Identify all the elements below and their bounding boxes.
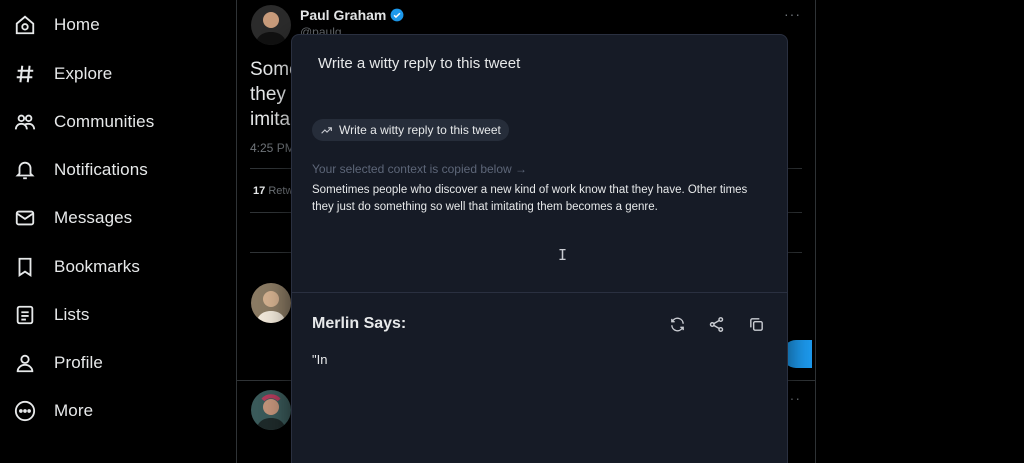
more-circle-icon — [14, 400, 36, 422]
list-icon — [16, 305, 34, 325]
merlin-answer: "In — [312, 352, 328, 367]
nav-label-communities: Communities — [54, 112, 155, 131]
text-cursor-icon: I — [558, 246, 568, 264]
nav-label-lists: Lists — [54, 305, 90, 324]
verified-badge-icon — [390, 8, 404, 22]
tweet-more-button[interactable]: ··· — [784, 6, 801, 22]
suggestion-chip[interactable]: Write a witty reply to this tweet — [312, 119, 509, 141]
chip-label: Write a witty reply to this tweet — [339, 123, 501, 137]
merlin-says-heading: Merlin Says: — [312, 315, 407, 332]
nav-item-bookmarks[interactable]: Bookmarks — [14, 251, 140, 283]
nav-item-more[interactable]: More — [14, 395, 93, 427]
nav-item-lists[interactable]: Lists — [14, 299, 89, 331]
nav-item-notifications[interactable]: Notifications — [14, 154, 148, 186]
nav-label-explore: Explore — [54, 64, 113, 83]
nav-item-home[interactable]: Home — [14, 9, 100, 41]
context-text: Sometimes people who discover a new kind… — [312, 184, 748, 213]
sidebar-nav: Home Explore Communities Notifications M… — [0, 0, 236, 463]
nav-label-messages: Messages — [54, 208, 133, 227]
nav-label-notifications: Notifications — [54, 160, 148, 179]
nav-item-explore[interactable]: Explore — [14, 58, 112, 90]
reply-avatar[interactable] — [251, 283, 291, 323]
retweet-count[interactable]: 17 Retw — [253, 185, 293, 197]
merlin-panel: Write a witty reply to this tweet Write … — [291, 34, 788, 463]
panel-divider — [292, 292, 787, 293]
nav-label-more: More — [54, 401, 94, 420]
nav-label-bookmarks: Bookmarks — [54, 257, 140, 276]
author-avatar[interactable] — [251, 5, 291, 45]
nav-item-messages[interactable]: Messages — [14, 202, 132, 234]
envelope-icon — [15, 210, 35, 226]
bell-icon — [15, 161, 35, 180]
share-button[interactable] — [706, 314, 726, 334]
hashtag-icon — [16, 65, 34, 83]
prompt-input[interactable]: Write a witty reply to this tweet — [318, 55, 520, 72]
nav-item-communities[interactable]: Communities — [14, 106, 154, 138]
context-label: Your selected context is copied below → — [312, 162, 528, 176]
nav-label-profile: Profile — [54, 353, 103, 372]
refresh-icon — [670, 317, 684, 331]
author-name[interactable]: Paul Graham — [300, 7, 404, 23]
second-tweet-avatar[interactable] — [251, 390, 291, 430]
person-icon — [16, 354, 34, 373]
regenerate-button[interactable] — [667, 314, 687, 334]
copy-button[interactable] — [746, 314, 766, 334]
nav-item-profile[interactable]: Profile — [14, 347, 103, 379]
share-icon — [709, 316, 723, 332]
home-icon — [15, 15, 35, 35]
bookmark-icon — [18, 257, 32, 277]
trending-icon — [321, 126, 332, 134]
people-icon — [14, 114, 36, 130]
copy-icon — [749, 317, 763, 331]
nav-label-home: Home — [54, 15, 100, 34]
